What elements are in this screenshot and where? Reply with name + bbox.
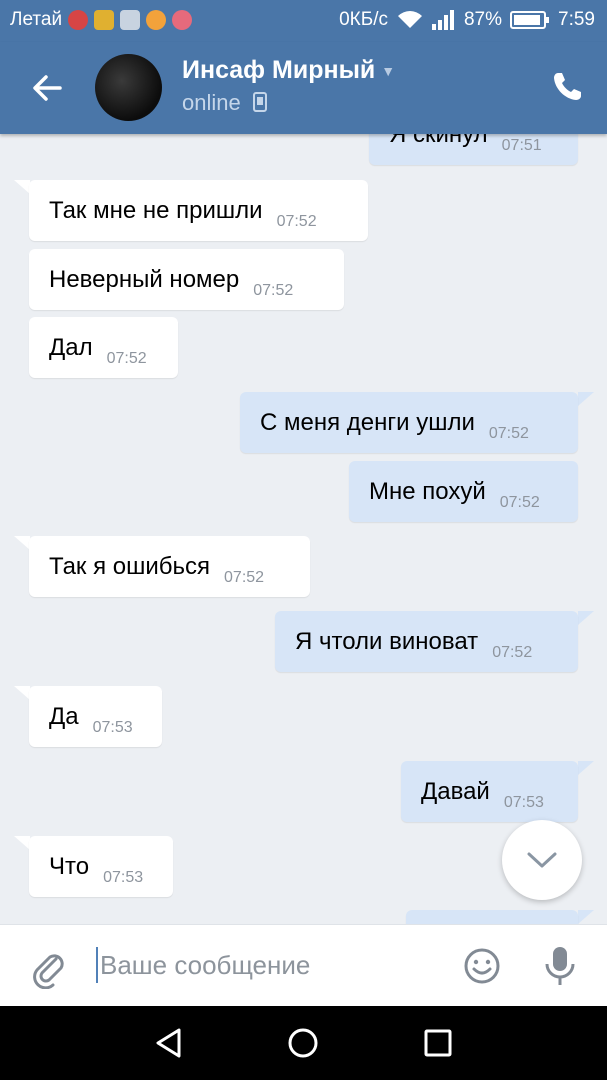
- message-text: Давай: [421, 778, 490, 805]
- message-time: 07:52: [106, 350, 147, 367]
- bubble-tail: [14, 180, 30, 194]
- back-triangle-icon[interactable]: [152, 1026, 186, 1060]
- contact-name-label: Инсаф Мирный: [182, 56, 376, 84]
- bubble-tail: [578, 910, 594, 924]
- bubble-tail: [578, 611, 594, 625]
- message-bubble-incoming[interactable]: Так мне не пришли 07:52: [29, 180, 368, 241]
- message-time: 07:52: [224, 569, 265, 586]
- bubble-tail: [578, 392, 594, 406]
- message-bubble-outgoing[interactable]: С меня денги ушли 07:52: [240, 392, 578, 453]
- recent-apps-icon[interactable]: [421, 1026, 455, 1060]
- chevron-down-icon: [527, 852, 557, 868]
- network-speed: 0КБ/с: [339, 9, 388, 30]
- message-bubble-incoming[interactable]: Неверный номер 07:52: [29, 249, 344, 310]
- contact-name[interactable]: Инсаф Мирный ▼: [182, 56, 395, 85]
- scroll-to-bottom-button[interactable]: [502, 820, 582, 900]
- notification-app-icon: [94, 10, 115, 30]
- attach-icon[interactable]: [26, 945, 70, 989]
- message-text: Я скинул: [389, 134, 488, 148]
- message-composer: Ваше сообщение: [0, 924, 607, 1007]
- message-time: 07:52: [499, 494, 540, 511]
- message-bubble-outgoing[interactable]: Давай 07:53: [401, 761, 578, 822]
- chat-header: Инсаф Мирный ▼ online: [0, 42, 607, 134]
- message-text: Мне похуй: [369, 478, 486, 505]
- message-time: 07:53: [103, 869, 144, 886]
- online-status: online: [182, 90, 267, 116]
- emoji-icon[interactable]: [462, 946, 502, 986]
- chevron-down-icon: ▼: [381, 63, 396, 80]
- battery-icon: [510, 11, 550, 29]
- battery-percent: 87%: [463, 9, 503, 30]
- image-notification-icon: [120, 10, 141, 30]
- message-bubble-incoming[interactable]: Что 07:53: [29, 836, 173, 897]
- status-bar: Летай 0КБ/с 87% 7:59: [0, 0, 607, 42]
- signal-icon: [431, 10, 454, 30]
- message-bubble-outgoing[interactable]: Мне похуй 07:52: [349, 461, 578, 522]
- message-bubble-outgoing[interactable]: [406, 910, 578, 924]
- back-arrow-icon[interactable]: [28, 70, 68, 106]
- notification-app-icon: [172, 10, 193, 30]
- message-bubble-outgoing[interactable]: Я чтоли виноват 07:52: [275, 611, 578, 672]
- message-time: 07:52: [488, 425, 529, 442]
- message-time: 07:53: [92, 719, 133, 736]
- message-time: 07:52: [253, 282, 294, 299]
- message-bubble-incoming[interactable]: Дал 07:52: [29, 317, 178, 378]
- notification-app-icon: [146, 10, 167, 30]
- message-bubble-incoming[interactable]: Да 07:53: [29, 686, 162, 747]
- message-time: 07:52: [276, 213, 317, 230]
- avatar[interactable]: [95, 54, 162, 121]
- message-text: Так я ошибься: [49, 553, 211, 580]
- message-time: 07:51: [501, 137, 542, 154]
- message-list[interactable]: Я скинул 07:51 Так мне не пришли 07:52 Нев…: [0, 134, 607, 924]
- bubble-tail: [578, 761, 594, 775]
- clock: 7:59: [558, 9, 595, 30]
- home-circle-icon[interactable]: [286, 1026, 320, 1060]
- message-time: 07:52: [492, 644, 533, 661]
- mobile-device-icon: [252, 92, 267, 112]
- message-text: Я чтоли виноват: [295, 628, 479, 655]
- message-text: Да: [49, 703, 79, 730]
- message-text: С меня денги ушли: [260, 409, 475, 436]
- phone-call-icon[interactable]: [550, 70, 584, 104]
- notification-app-icon: [68, 10, 89, 30]
- message-bubble-outgoing[interactable]: Я скинул 07:51: [369, 134, 578, 165]
- carrier-label: Летай: [10, 9, 63, 30]
- bubble-tail: [14, 686, 30, 700]
- online-status-label: online: [182, 90, 241, 115]
- wifi-icon: [397, 11, 422, 28]
- message-text: Что: [49, 853, 90, 880]
- message-bubble-incoming[interactable]: Так я ошибься 07:52: [29, 536, 310, 597]
- system-navigation-bar: [0, 1006, 607, 1080]
- message-time: 07:53: [503, 794, 544, 811]
- bubble-tail: [14, 536, 30, 550]
- message-text: Неверный номер: [49, 266, 240, 293]
- message-input[interactable]: Ваше сообщение: [96, 947, 310, 983]
- bubble-tail: [14, 836, 30, 850]
- microphone-icon[interactable]: [542, 944, 578, 988]
- message-text: Так мне не пришли: [49, 197, 263, 224]
- message-text: Дал: [49, 334, 93, 361]
